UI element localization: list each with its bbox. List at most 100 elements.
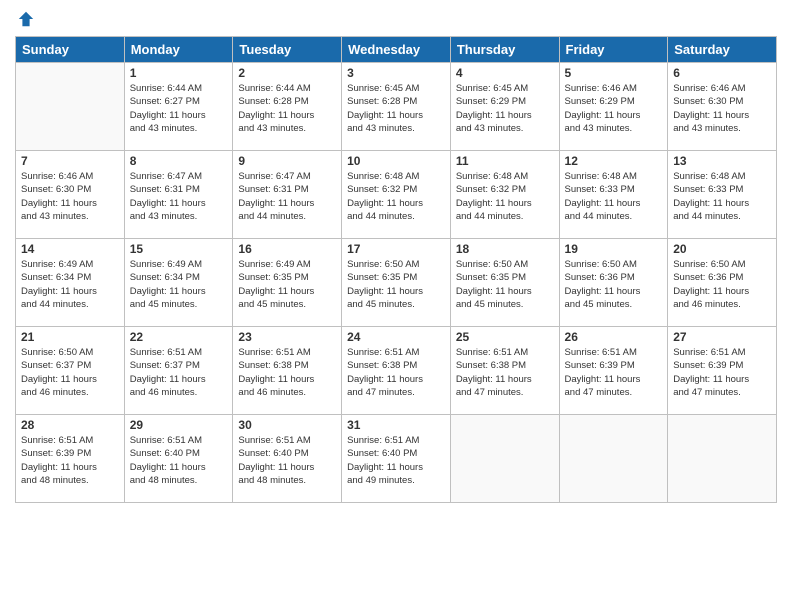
page: Sunday Monday Tuesday Wednesday Thursday…	[0, 0, 792, 612]
table-row: 3Sunrise: 6:45 AM Sunset: 6:28 PM Daylig…	[342, 63, 451, 151]
day-number: 11	[456, 154, 554, 168]
day-number: 6	[673, 66, 771, 80]
table-row: 19 Sunrise: 6:50 AM Sunset: 6:36 PM Dayli…	[559, 239, 668, 327]
day-number: 12	[565, 154, 663, 168]
day-number: 27	[673, 330, 771, 344]
day-number: 18	[456, 242, 554, 256]
table-row	[559, 415, 668, 503]
day-info: Sunrise: 6:51 AM Sunset: 6:37 PM Dayligh…	[130, 346, 228, 399]
day-info: Sunrise: 6:45 AM Sunset: 6:28 PM Dayligh…	[347, 82, 445, 135]
day-info: Sunrise: 6:50 AM Sunset: 6:36 PM Dayligh…	[565, 258, 663, 311]
table-row: 27 Sunrise: 6:51 AM Sunset: 6:39 PM Dayli…	[668, 327, 777, 415]
calendar-week-row: 21Sunrise: 6:50 AM Sunset: 6:37 PM Dayli…	[16, 327, 777, 415]
day-number: 7	[21, 154, 119, 168]
table-row: 16 Sunrise: 6:49 AM Sunset: 6:35 PM Dayli…	[233, 239, 342, 327]
day-info: Sunrise: 6:49 AM Sunset: 6:34 PM Dayligh…	[130, 258, 228, 311]
day-number: 14	[21, 242, 119, 256]
day-info: Sunrise: 6:50 AM Sunset: 6:36 PM Dayligh…	[673, 258, 771, 311]
day-number: 16	[238, 242, 336, 256]
day-number: 20	[673, 242, 771, 256]
col-sunday: Sunday	[16, 37, 125, 63]
day-info: Sunrise: 6:51 AM Sunset: 6:40 PM Dayligh…	[238, 434, 336, 487]
day-number: 15	[130, 242, 228, 256]
table-row: 23 Sunrise: 6:51 AM Sunset: 6:38 PM Dayli…	[233, 327, 342, 415]
table-row: 28Sunrise: 6:51 AM Sunset: 6:39 PM Dayli…	[16, 415, 125, 503]
table-row: 11 Sunrise: 6:48 AM Sunset: 6:32 PM Dayli…	[450, 151, 559, 239]
day-info: Sunrise: 6:45 AM Sunset: 6:29 PM Dayligh…	[456, 82, 554, 135]
day-info: Sunrise: 6:49 AM Sunset: 6:35 PM Dayligh…	[238, 258, 336, 311]
day-info: Sunrise: 6:51 AM Sunset: 6:39 PM Dayligh…	[21, 434, 119, 487]
day-number: 10	[347, 154, 445, 168]
header	[15, 10, 777, 28]
table-row: 15 Sunrise: 6:49 AM Sunset: 6:34 PM Dayli…	[124, 239, 233, 327]
table-row: 1 Sunrise: 6:44 AM Sunset: 6:27 PM Daylig…	[124, 63, 233, 151]
table-row: 12Sunrise: 6:48 AM Sunset: 6:33 PM Dayli…	[559, 151, 668, 239]
table-row	[16, 63, 125, 151]
col-thursday: Thursday	[450, 37, 559, 63]
day-info: Sunrise: 6:48 AM Sunset: 6:33 PM Dayligh…	[673, 170, 771, 223]
table-row: 10 Sunrise: 6:48 AM Sunset: 6:32 PM Dayli…	[342, 151, 451, 239]
day-info: Sunrise: 6:51 AM Sunset: 6:39 PM Dayligh…	[673, 346, 771, 399]
table-row: 13Sunrise: 6:48 AM Sunset: 6:33 PM Dayli…	[668, 151, 777, 239]
day-info: Sunrise: 6:51 AM Sunset: 6:38 PM Dayligh…	[238, 346, 336, 399]
col-wednesday: Wednesday	[342, 37, 451, 63]
col-tuesday: Tuesday	[233, 37, 342, 63]
day-info: Sunrise: 6:51 AM Sunset: 6:38 PM Dayligh…	[347, 346, 445, 399]
day-info: Sunrise: 6:51 AM Sunset: 6:39 PM Dayligh…	[565, 346, 663, 399]
logo-icon	[17, 10, 35, 28]
day-number: 24	[347, 330, 445, 344]
day-info: Sunrise: 6:51 AM Sunset: 6:40 PM Dayligh…	[130, 434, 228, 487]
calendar: Sunday Monday Tuesday Wednesday Thursday…	[15, 36, 777, 503]
table-row: 29Sunrise: 6:51 AM Sunset: 6:40 PM Dayli…	[124, 415, 233, 503]
day-info: Sunrise: 6:44 AM Sunset: 6:27 PM Dayligh…	[130, 82, 228, 135]
table-row: 30 Sunrise: 6:51 AM Sunset: 6:40 PM Dayli…	[233, 415, 342, 503]
logo	[15, 10, 35, 28]
day-number: 26	[565, 330, 663, 344]
day-number: 5	[565, 66, 663, 80]
day-info: Sunrise: 6:46 AM Sunset: 6:30 PM Dayligh…	[673, 82, 771, 135]
table-row: 9 Sunrise: 6:47 AM Sunset: 6:31 PM Daylig…	[233, 151, 342, 239]
day-number: 31	[347, 418, 445, 432]
day-info: Sunrise: 6:50 AM Sunset: 6:35 PM Dayligh…	[456, 258, 554, 311]
table-row	[450, 415, 559, 503]
day-number: 19	[565, 242, 663, 256]
day-info: Sunrise: 6:51 AM Sunset: 6:40 PM Dayligh…	[347, 434, 445, 487]
table-row: 14Sunrise: 6:49 AM Sunset: 6:34 PM Dayli…	[16, 239, 125, 327]
day-info: Sunrise: 6:48 AM Sunset: 6:32 PM Dayligh…	[347, 170, 445, 223]
col-saturday: Saturday	[668, 37, 777, 63]
day-number: 30	[238, 418, 336, 432]
calendar-week-row: 14 Sunrise: 6:49 AM Sunset: 6:34 PM Dayli…	[16, 239, 777, 327]
day-number: 21	[21, 330, 119, 344]
day-number: 4	[456, 66, 554, 80]
day-number: 23	[238, 330, 336, 344]
day-info: Sunrise: 6:46 AM Sunset: 6:29 PM Dayligh…	[565, 82, 663, 135]
col-monday: Monday	[124, 37, 233, 63]
table-row: 7Sunrise: 6:46 AM Sunset: 6:30 PM Daylig…	[16, 151, 125, 239]
day-info: Sunrise: 6:44 AM Sunset: 6:28 PM Dayligh…	[238, 82, 336, 135]
table-row: 22Sunrise: 6:51 AM Sunset: 6:37 PM Dayli…	[124, 327, 233, 415]
day-info: Sunrise: 6:50 AM Sunset: 6:35 PM Dayligh…	[347, 258, 445, 311]
table-row	[668, 415, 777, 503]
day-number: 1	[130, 66, 228, 80]
table-row: 21Sunrise: 6:50 AM Sunset: 6:37 PM Dayli…	[16, 327, 125, 415]
calendar-week-row: 1 Sunrise: 6:44 AM Sunset: 6:27 PM Daylig…	[16, 63, 777, 151]
calendar-header-row: Sunday Monday Tuesday Wednesday Thursday…	[16, 37, 777, 63]
day-number: 25	[456, 330, 554, 344]
day-number: 17	[347, 242, 445, 256]
table-row: 31 Sunrise: 6:51 AM Sunset: 6:40 PM Dayli…	[342, 415, 451, 503]
day-info: Sunrise: 6:47 AM Sunset: 6:31 PM Dayligh…	[130, 170, 228, 223]
calendar-week-row: 7Sunrise: 6:46 AM Sunset: 6:30 PM Daylig…	[16, 151, 777, 239]
day-number: 8	[130, 154, 228, 168]
day-number: 9	[238, 154, 336, 168]
table-row: 26 Sunrise: 6:51 AM Sunset: 6:39 PM Dayli…	[559, 327, 668, 415]
table-row: 18 Sunrise: 6:50 AM Sunset: 6:35 PM Dayli…	[450, 239, 559, 327]
table-row: 8 Sunrise: 6:47 AM Sunset: 6:31 PM Daylig…	[124, 151, 233, 239]
col-friday: Friday	[559, 37, 668, 63]
table-row: 6 Sunrise: 6:46 AM Sunset: 6:30 PM Daylig…	[668, 63, 777, 151]
table-row: 20 Sunrise: 6:50 AM Sunset: 6:36 PM Dayli…	[668, 239, 777, 327]
day-info: Sunrise: 6:51 AM Sunset: 6:38 PM Dayligh…	[456, 346, 554, 399]
day-info: Sunrise: 6:47 AM Sunset: 6:31 PM Dayligh…	[238, 170, 336, 223]
day-info: Sunrise: 6:48 AM Sunset: 6:32 PM Dayligh…	[456, 170, 554, 223]
table-row: 24 Sunrise: 6:51 AM Sunset: 6:38 PM Dayli…	[342, 327, 451, 415]
calendar-week-row: 28Sunrise: 6:51 AM Sunset: 6:39 PM Dayli…	[16, 415, 777, 503]
